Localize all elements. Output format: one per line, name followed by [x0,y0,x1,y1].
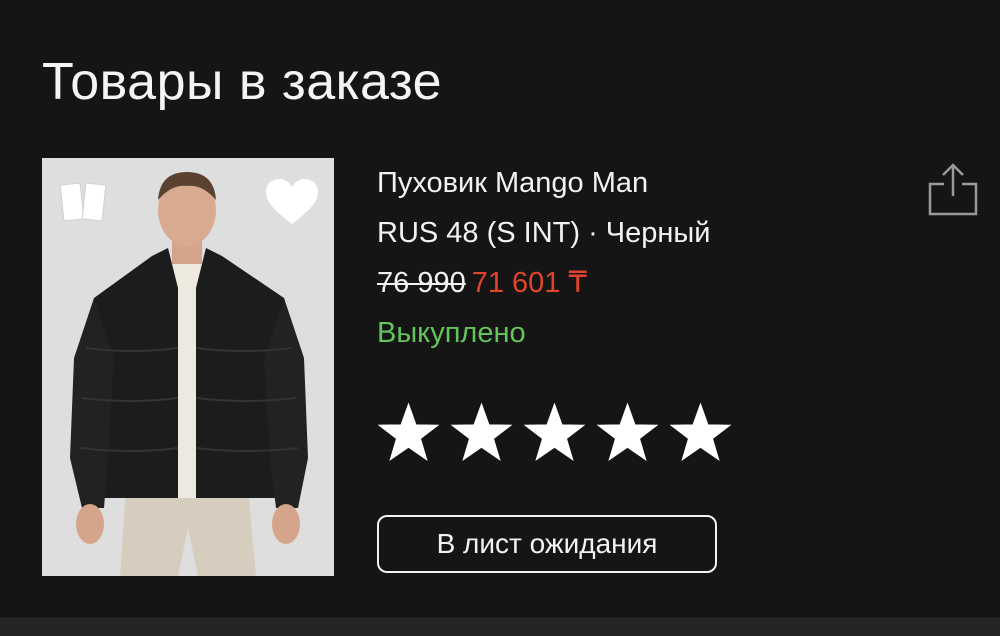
product-name[interactable]: Пуховик Mango Man [377,158,710,208]
product-image[interactable] [42,158,334,576]
add-to-waitlist-button[interactable]: В лист ожидания [377,515,717,573]
bottom-divider [0,618,1000,636]
compare-icon[interactable] [58,178,110,226]
price-row: 76 990 71 601 ₸ [377,258,710,308]
share-icon[interactable] [926,162,980,218]
heart-icon[interactable] [264,178,320,228]
product-info: Пуховик Mango Man RUS 48 (S INT) · Черны… [377,158,710,358]
old-price: 76 990 [377,267,466,299]
star-icon[interactable] [377,402,440,462]
star-icon[interactable] [669,402,732,462]
star-icon[interactable] [523,402,586,462]
product-variant: RUS 48 (S INT) · Черный [377,217,711,249]
order-status: Выкуплено [377,317,526,349]
star-icon[interactable] [450,402,513,462]
sale-price: 71 601 ₸ [471,267,587,299]
order-items-page: Товары в заказе Пуховик Mango Man RUS 48… [0,0,1000,636]
rating-stars[interactable] [377,402,732,462]
star-icon[interactable] [596,402,659,462]
section-title: Товары в заказе [42,53,443,111]
